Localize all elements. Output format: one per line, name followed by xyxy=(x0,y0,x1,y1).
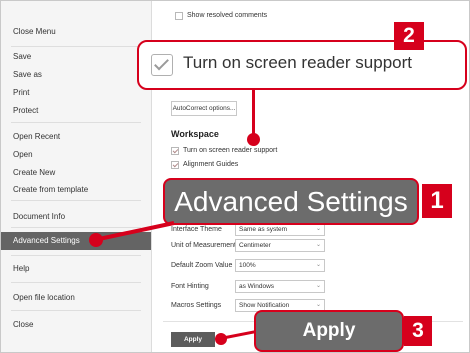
step-badge-3: 3 xyxy=(404,316,432,346)
alignment-guides-label: Alignment Guides xyxy=(183,161,239,168)
screen-reader-checkbox[interactable] xyxy=(171,147,179,155)
step-badge-1: 1 xyxy=(422,184,452,218)
app-window: Close Menu Save Save as Print Protect Op… xyxy=(0,0,470,353)
menu-divider xyxy=(11,46,141,47)
menu-item-save[interactable]: Save xyxy=(1,51,151,63)
macros-settings-value: Show Notification xyxy=(239,302,290,309)
alignment-guides-checkbox[interactable] xyxy=(171,161,179,169)
default-zoom-value: 100% xyxy=(239,262,256,269)
show-resolved-checkbox[interactable] xyxy=(175,12,183,20)
apply-button[interactable]: Apply xyxy=(171,332,215,347)
menu-divider xyxy=(11,310,141,311)
step-badge-2: 2 xyxy=(394,22,424,50)
interface-theme-label: Interface Theme xyxy=(171,226,222,233)
checkmark-icon xyxy=(154,55,169,71)
unit-of-measurement-label: Unit of Measurement xyxy=(171,242,236,249)
font-hinting-select[interactable]: as Windows ⌄ xyxy=(235,280,325,293)
menu-divider xyxy=(11,255,141,256)
menu-item-open-file-location[interactable]: Open file location xyxy=(1,292,151,304)
screen-reader-label: Turn on screen reader support xyxy=(183,147,278,154)
show-resolved-label: Show resolved comments xyxy=(187,12,268,19)
default-zoom-select[interactable]: 100% ⌄ xyxy=(235,259,325,272)
menu-item-print[interactable]: Print xyxy=(1,87,151,99)
leader-dot-2 xyxy=(247,133,260,146)
chevron-down-icon: ⌄ xyxy=(315,283,321,289)
menu-divider xyxy=(11,122,141,123)
default-zoom-label: Default Zoom Value xyxy=(171,262,233,269)
menu-item-save-as[interactable]: Save as xyxy=(1,69,151,81)
file-menu-sidebar: Close Menu Save Save as Print Protect Op… xyxy=(1,1,152,352)
menu-item-create-new[interactable]: Create New xyxy=(1,167,151,179)
unit-of-measurement-select[interactable]: Centimeter ⌄ xyxy=(235,239,325,252)
menu-item-help[interactable]: Help xyxy=(1,263,151,275)
font-hinting-value: as Windows xyxy=(239,283,275,290)
macros-settings-label: Macros Settings xyxy=(171,302,222,309)
menu-item-document-info[interactable]: Document Info xyxy=(1,211,151,223)
chevron-down-icon: ⌄ xyxy=(315,262,321,268)
menu-item-open-recent[interactable]: Open Recent xyxy=(1,131,151,143)
menu-item-close[interactable]: Close xyxy=(1,319,151,331)
workspace-heading: Workspace xyxy=(171,129,219,139)
font-hinting-label: Font Hinting xyxy=(171,283,209,290)
menu-item-create-from-template[interactable]: Create from template xyxy=(1,184,151,196)
interface-theme-value: Same as system xyxy=(239,226,288,233)
chevron-down-icon: ⌄ xyxy=(315,226,321,232)
menu-item-protect[interactable]: Protect xyxy=(1,105,151,117)
unit-of-measurement-value: Centimeter xyxy=(239,242,271,249)
menu-divider xyxy=(11,200,141,201)
callout-advanced-settings: Advanced Settings xyxy=(163,178,419,225)
callout-apply: Apply xyxy=(254,310,404,352)
callout-screen-reader-text: Turn on screen reader support xyxy=(183,53,412,72)
menu-divider xyxy=(11,282,141,283)
menu-item-open[interactable]: Open xyxy=(1,149,151,161)
zoomed-checkbox xyxy=(151,54,173,76)
leader-line-2 xyxy=(252,90,255,138)
menu-item-close-menu[interactable]: Close Menu xyxy=(1,26,151,38)
autocorrect-options-button[interactable]: AutoCorrect options... xyxy=(171,101,237,116)
chevron-down-icon: ⌄ xyxy=(315,242,321,248)
menu-item-advanced-settings[interactable]: Advanced Settings xyxy=(1,232,151,250)
menu-divider xyxy=(11,227,141,228)
